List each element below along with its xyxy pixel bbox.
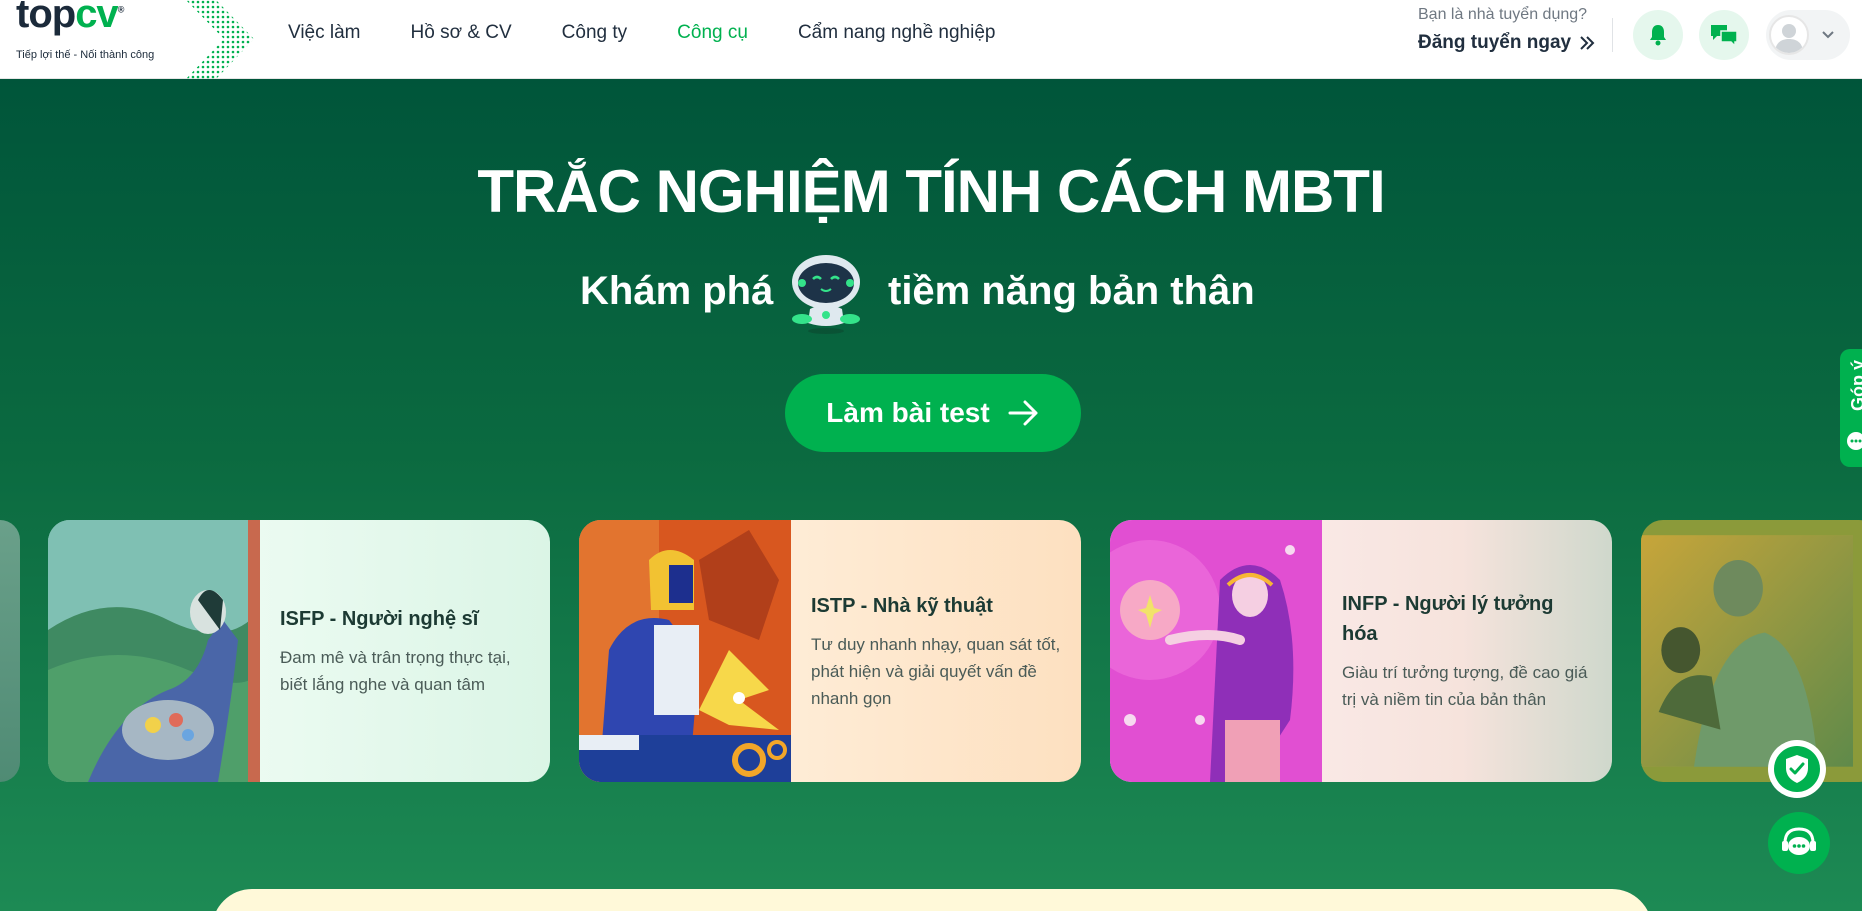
hero-title: TRẮC NGHIỆM TÍNH CÁCH MBTI xyxy=(477,158,1385,225)
carousel-card-partial-left[interactable] xyxy=(0,520,20,782)
shield-check-icon xyxy=(1774,746,1820,792)
card-description: Đam mê và trân trọng thực tại, biết lắng… xyxy=(280,648,511,694)
card-text: INFP - Người lý tưởng hóa Giàu trí tưởng… xyxy=(1322,520,1612,782)
header-divider xyxy=(1612,18,1613,52)
bell-icon xyxy=(1650,25,1666,46)
hero-subtitle: Khám phá tiềm năng bản thân xyxy=(0,249,1862,339)
avatar xyxy=(1769,15,1809,55)
nav-item-cong-ty[interactable]: Công ty xyxy=(562,22,627,44)
feedback-chat-icon xyxy=(1847,432,1862,450)
card-title: ISTP - Nhà kỹ thuật xyxy=(811,594,993,617)
nav-item-cam-nang[interactable]: Cẩm nang nghề nghiệp xyxy=(798,22,996,44)
mbti-hero-section: TRẮC NGHIỆM TÍNH CÁCH MBTI Khám phá tiềm… xyxy=(0,79,1862,911)
painter-illustration xyxy=(48,520,260,782)
idealist-illustration xyxy=(1110,520,1322,782)
robot-mascot-icon xyxy=(792,255,860,334)
account-menu[interactable] xyxy=(1766,10,1850,60)
post-job-link-label: Đăng tuyển ngay xyxy=(1418,32,1572,53)
post-job-link[interactable]: Đăng tuyển ngay xyxy=(1418,32,1595,54)
card-title: ISFP - Người nghệ sĩ xyxy=(280,608,479,630)
hero-subtitle-prefix: Khám phá xyxy=(580,269,774,313)
mbti-card-infp[interactable]: INFP - Người lý tưởng hóa Giàu trí tưởng… xyxy=(1110,520,1612,782)
card-title: INFP - Người lý tưởng hóa xyxy=(1342,593,1554,645)
take-test-button-label: Làm bài test xyxy=(826,397,990,428)
main-nav: Việc làm Hồ sơ & CV Công ty Công cụ Cẩm … xyxy=(288,0,1045,66)
logo-tagline: Tiếp lợi thế - Nối thành công xyxy=(16,49,155,61)
recruiter-block: Bạn là nhà tuyển dụng? Đăng tuyển ngay xyxy=(1418,6,1595,54)
mbti-card-isfp[interactable]: ISFP - Người nghệ sĩ Đam mê và trân trọn… xyxy=(48,520,550,782)
feedback-tab-label: Góp ý xyxy=(1848,360,1862,411)
security-badge-button[interactable] xyxy=(1768,740,1826,798)
arrow-right-icon xyxy=(1008,400,1038,426)
chevron-down-icon xyxy=(1822,31,1834,39)
family-illustration xyxy=(1641,535,1853,767)
carousel-card-partial-right[interactable] xyxy=(1641,520,1862,782)
nav-item-ho-so-cv[interactable]: Hồ sơ & CV xyxy=(411,22,512,44)
welder-illustration xyxy=(579,520,791,782)
double-chevron-right-icon xyxy=(1580,36,1595,50)
nav-item-cong-cu[interactable]: Công cụ xyxy=(677,22,748,44)
top-navigation-bar: topcv® Tiếp lợi thế - Nối thành công Việ… xyxy=(0,0,1862,79)
support-chat-button[interactable] xyxy=(1768,812,1830,874)
card-text: ISTP - Nhà kỹ thuật Tư duy nhanh nhạy, q… xyxy=(791,520,1081,782)
card-description: Tư duy nhanh nhạy, quan sát tốt, phát hi… xyxy=(811,634,1061,708)
mbti-intro-panel-top xyxy=(212,889,1652,911)
topcv-logo[interactable]: topcv® Tiếp lợi thế - Nối thành công xyxy=(16,0,254,79)
logo-wordmark: topcv® xyxy=(16,0,124,36)
recruiter-question: Bạn là nhà tuyển dụng? xyxy=(1418,6,1588,23)
user-avatar-icon xyxy=(1775,24,1803,53)
take-test-button[interactable]: Làm bài test xyxy=(785,374,1081,452)
card-description: Giàu trí tưởng tượng, đề cao giá trị và … xyxy=(1342,663,1588,709)
hero-subtitle-suffix: tiềm năng bản thân xyxy=(888,269,1255,313)
logo-chevron-decoration xyxy=(186,0,254,79)
mbti-card-istp[interactable]: ISTP - Nhà kỹ thuật Tư duy nhanh nhạy, q… xyxy=(579,520,1081,782)
card-text: ISFP - Người nghệ sĩ Đam mê và trân trọn… xyxy=(260,520,550,782)
notification-button[interactable] xyxy=(1633,10,1683,60)
nav-item-viec-lam[interactable]: Việc làm xyxy=(288,22,361,44)
support-chat-icon xyxy=(1782,827,1816,855)
feedback-tab[interactable]: Góp ý xyxy=(1840,349,1862,467)
chat-icon xyxy=(1711,25,1738,48)
messages-button[interactable] xyxy=(1699,10,1749,60)
